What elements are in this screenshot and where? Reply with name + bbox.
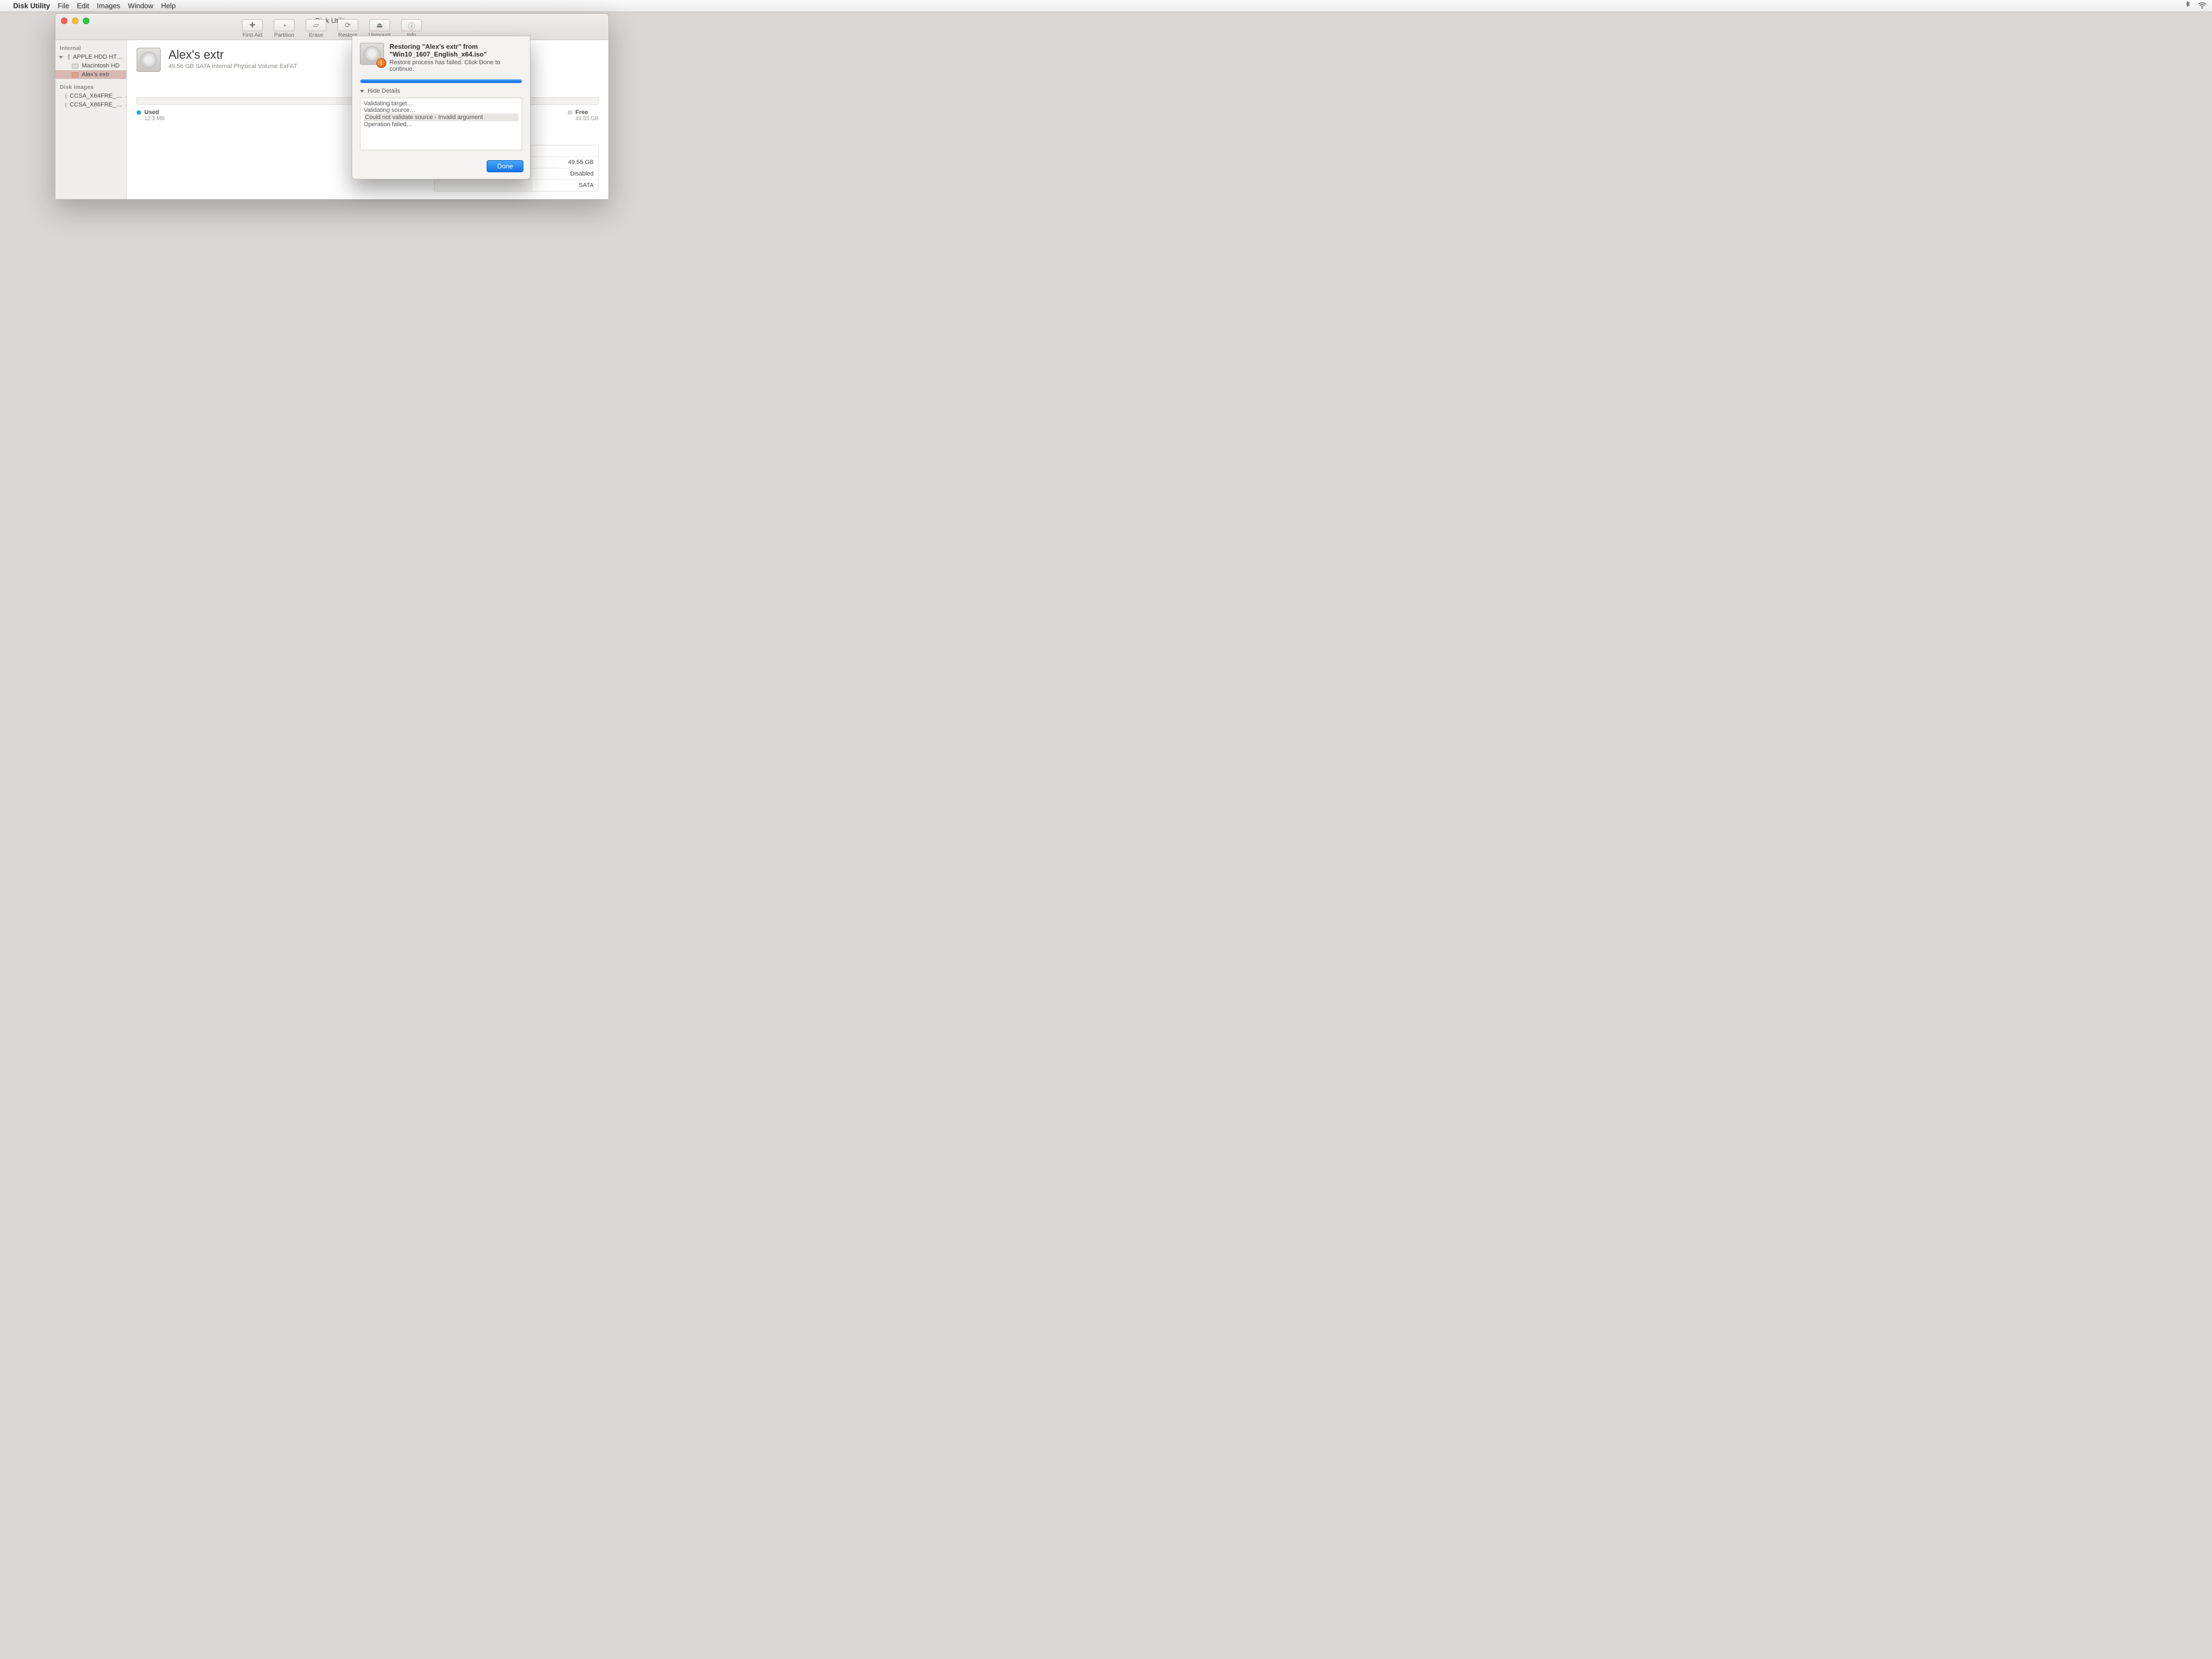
- volume-name: Alex's extr: [168, 48, 297, 62]
- pie-icon: ◔: [274, 19, 295, 31]
- menu-help[interactable]: Help: [161, 2, 176, 10]
- eject-icon: ⏏: [369, 19, 390, 31]
- restore-icon: ⟳: [337, 19, 358, 31]
- info-icon: ⓘ: [401, 19, 422, 31]
- used-swatch-icon: [137, 110, 141, 115]
- done-button[interactable]: Done: [487, 160, 523, 172]
- volume-icon: [72, 72, 78, 77]
- log-line-error: Could not validate source - Invalid argu…: [364, 114, 518, 121]
- sidebar-image-ccsa-x64[interactable]: CCSA_X64FRE_… ⏏: [55, 92, 126, 100]
- dialog-title: Restoring "Alex's extr" from "Win10_1607…: [390, 43, 522, 58]
- volume-subtitle: 49.56 GB SATA Internal Physical Volume E…: [168, 63, 297, 70]
- stethoscope-icon: ✚: [242, 19, 263, 31]
- restore-dialog: ! Restoring "Alex's extr" from "Win10_16…: [352, 36, 531, 179]
- table-row: SATA: [435, 180, 598, 191]
- log-line: Validating source…: [364, 107, 416, 114]
- hard-disk-icon: [68, 54, 70, 60]
- usage-used: Used 12.3 MB: [137, 109, 165, 122]
- toolbar-partition[interactable]: ◔Partition: [269, 19, 299, 38]
- dialog-log: Validating target… Validating source… Co…: [360, 98, 522, 150]
- sidebar: Internal APPLE HDD HT… Macintosh HD Alex…: [55, 40, 127, 199]
- wifi-icon[interactable]: [2198, 2, 2207, 10]
- disk-image-icon: [65, 103, 66, 108]
- alert-badge-icon: !: [376, 58, 386, 68]
- sidebar-volume-alexs-extr[interactable]: Alex's extr: [55, 70, 126, 79]
- sidebar-section-disk-images: Disk Images: [55, 82, 126, 92]
- menu-window[interactable]: Window: [128, 2, 153, 10]
- sidebar-volume-macintosh-hd[interactable]: Macintosh HD: [55, 61, 126, 70]
- menu-file[interactable]: File: [58, 2, 69, 10]
- hide-details-toggle[interactable]: Hide Details: [360, 88, 522, 94]
- disk-image-icon: [65, 94, 66, 99]
- sidebar-section-internal: Internal: [55, 43, 126, 53]
- volume-large-icon: [137, 48, 161, 72]
- menubar-app-name[interactable]: Disk Utility: [13, 2, 50, 10]
- progress-bar: [360, 79, 522, 83]
- usage-free: Free 49.55 GB: [568, 109, 599, 122]
- eject-icon[interactable]: ⏏: [125, 93, 126, 99]
- log-line: Validating target…: [364, 100, 413, 107]
- volume-icon: [72, 64, 78, 69]
- sidebar-disk-apple-hdd[interactable]: APPLE HDD HT…: [55, 53, 126, 61]
- menu-images[interactable]: Images: [97, 2, 121, 10]
- disclosure-triangle-icon[interactable]: [59, 56, 63, 59]
- log-line: Operation failed…: [364, 121, 413, 128]
- desktop: Disk Utility File Edit Images Window Hel…: [0, 0, 2212, 1659]
- dialog-disk-icon: !: [360, 43, 384, 67]
- disk-utility-window: Disk Utility ✚First Aid ◔Partition ▱Eras…: [55, 13, 609, 200]
- menu-edit[interactable]: Edit: [77, 2, 89, 10]
- menubar: Disk Utility File Edit Images Window Hel…: [0, 0, 2212, 12]
- toolbar-first-aid[interactable]: ✚First Aid: [238, 19, 267, 38]
- disclosure-triangle-icon: [360, 90, 364, 93]
- bluetooth-icon[interactable]: [2185, 1, 2191, 10]
- free-swatch-icon: [568, 110, 572, 115]
- eraser-icon: ▱: [306, 19, 326, 31]
- sidebar-image-ccsa-x86[interactable]: CCSA_X86FRE_… ⏏: [55, 100, 126, 109]
- eject-icon[interactable]: ⏏: [125, 102, 126, 108]
- dialog-subtitle: Restore process has failed. Click Done t…: [390, 59, 522, 72]
- toolbar-erase[interactable]: ▱Erase: [301, 19, 331, 38]
